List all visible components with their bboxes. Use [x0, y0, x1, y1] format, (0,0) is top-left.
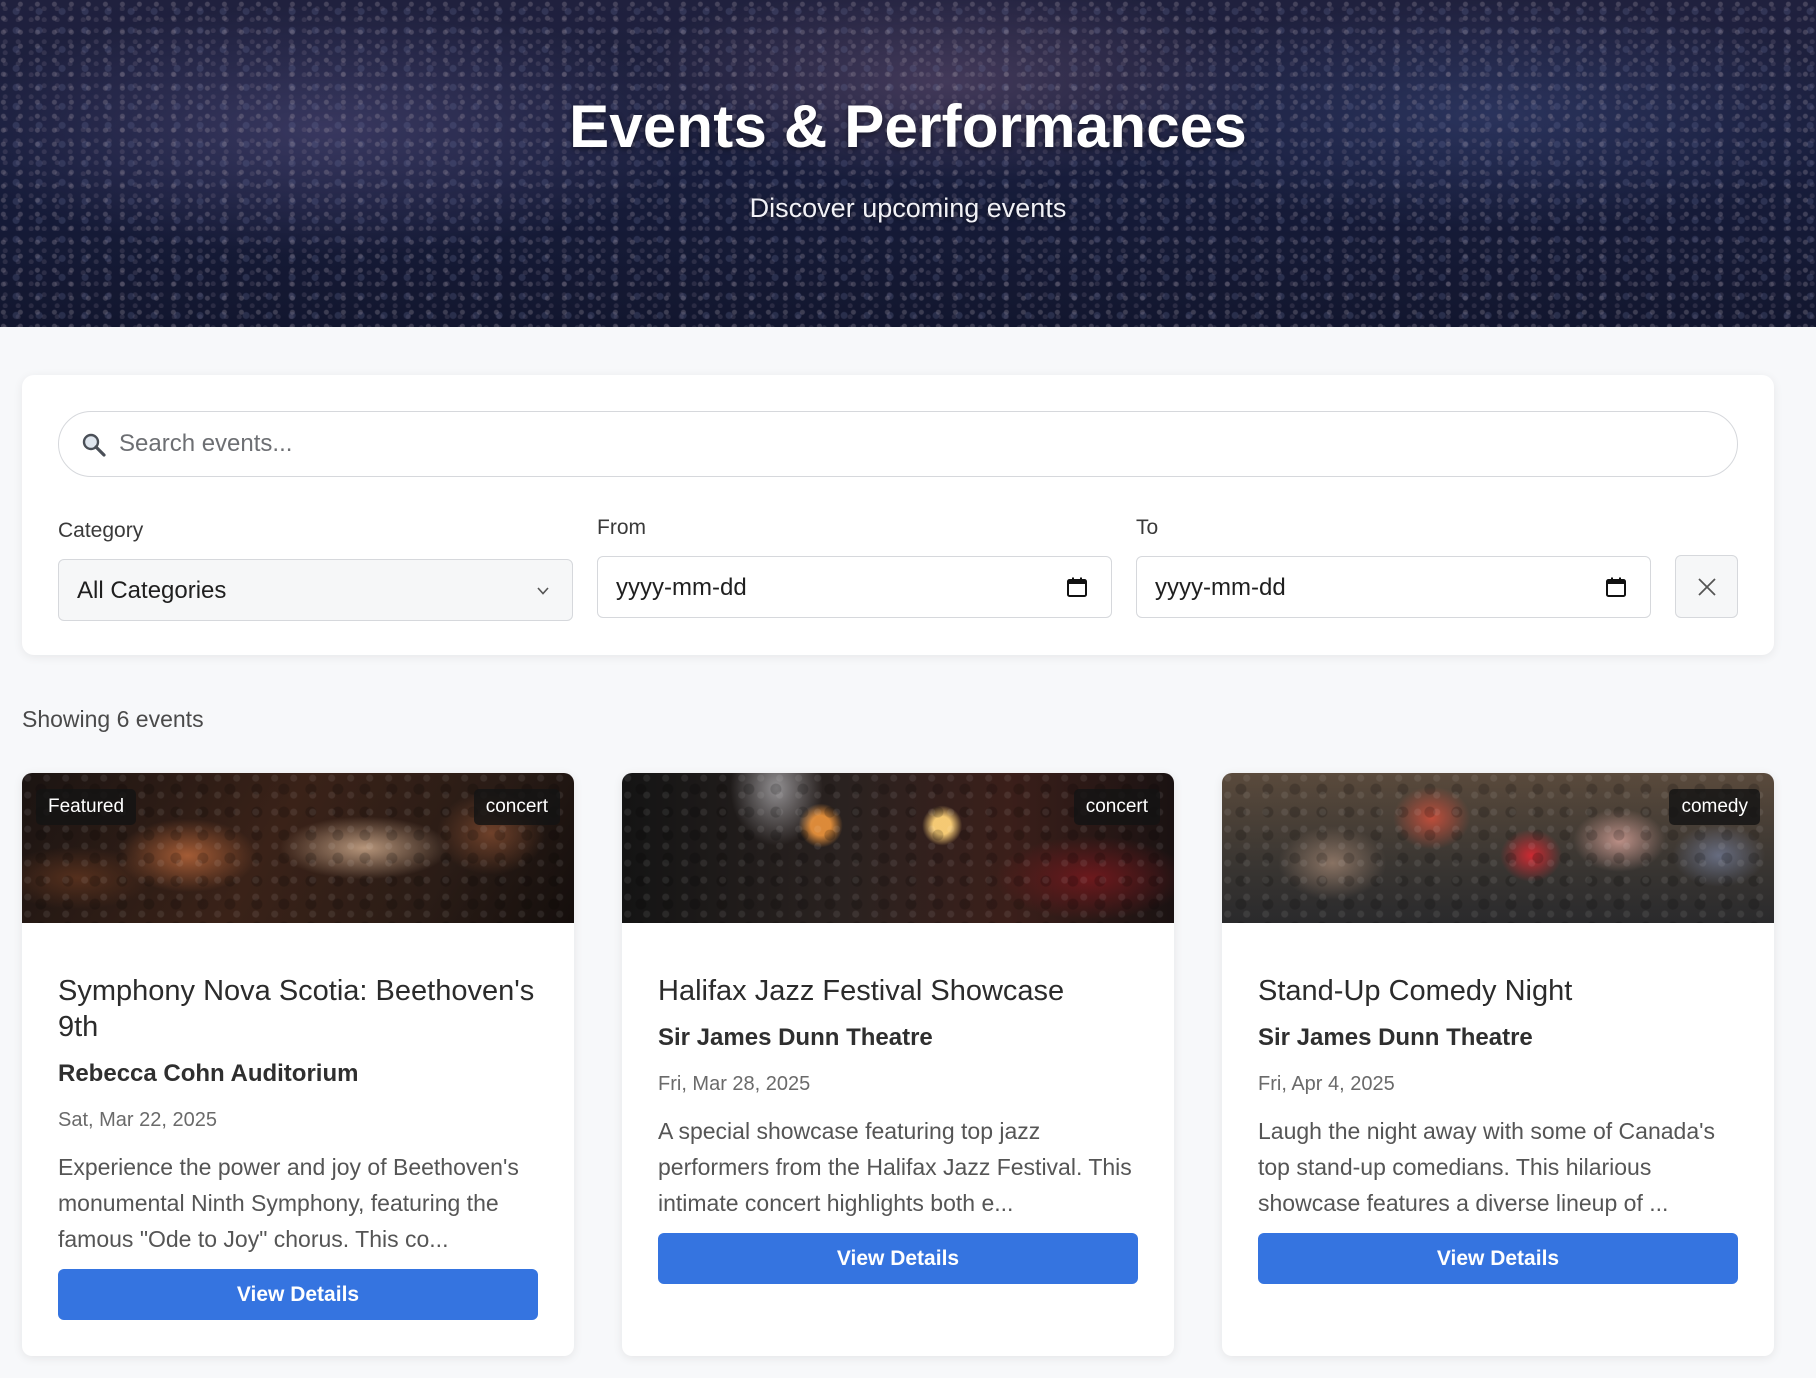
event-date: Fri, Mar 28, 2025 — [658, 1073, 811, 1095]
from-date-value: yyyy-mm-dd — [616, 574, 747, 601]
event-date: Fri, Apr 4, 2025 — [1258, 1073, 1395, 1095]
page-title: Events & Performances — [569, 93, 1247, 160]
hero-banner: Events & Performances Discover upcoming … — [0, 0, 1816, 327]
event-description: Experience the power and joy of Beethove… — [58, 1154, 519, 1252]
event-date: Sat, Mar 22, 2025 — [58, 1109, 217, 1131]
featured-badge: Featured — [36, 789, 137, 825]
results-count: Showing 6 events — [22, 706, 204, 732]
event-title[interactable]: Halifax Jazz Festival Showcase — [658, 973, 1138, 1009]
category-badge: concert — [1073, 789, 1160, 825]
event-venue: Sir James Dunn Theatre — [658, 1024, 933, 1051]
category-badge: concert — [473, 789, 560, 825]
event-venue: Sir James Dunn Theatre — [1258, 1024, 1533, 1051]
event-venue: Rebecca Cohn Auditorium — [58, 1060, 359, 1087]
from-label: From — [597, 516, 646, 539]
event-image[interactable]: comedy — [1222, 773, 1774, 923]
category-label: Category — [58, 519, 144, 542]
category-select[interactable]: All Categories — [58, 559, 573, 621]
event-card: Featured concert Symphony Nova Scotia: B… — [22, 773, 574, 1356]
calendar-icon[interactable] — [1604, 575, 1628, 599]
event-title[interactable]: Stand-Up Comedy Night — [1258, 973, 1738, 1009]
chevron-down-icon — [537, 587, 549, 595]
category-select-value: All Categories — [77, 577, 227, 604]
event-title[interactable]: Symphony Nova Scotia: Beethoven's 9th — [58, 973, 538, 1045]
to-label: To — [1136, 516, 1159, 539]
event-card: concert Halifax Jazz Festival Showcase S… — [622, 773, 1174, 1356]
event-card: comedy Stand-Up Comedy Night Sir James D… — [1222, 773, 1774, 1356]
close-icon — [1698, 578, 1716, 596]
view-details-button[interactable]: View Details — [658, 1233, 1138, 1284]
view-details-button[interactable]: View Details — [1258, 1233, 1738, 1284]
view-details-button[interactable]: View Details — [58, 1269, 538, 1320]
category-badge: comedy — [1669, 789, 1760, 825]
clear-filters-button[interactable] — [1675, 555, 1738, 618]
search-bar[interactable] — [58, 411, 1738, 477]
event-description: Laugh the night away with some of Canada… — [1258, 1118, 1716, 1216]
event-image[interactable]: concert — [622, 773, 1174, 923]
to-date-input[interactable]: yyyy-mm-dd — [1136, 556, 1651, 618]
search-icon — [82, 433, 106, 457]
to-date-value: yyyy-mm-dd — [1155, 574, 1286, 601]
page-subtitle: Discover upcoming events — [749, 193, 1067, 223]
event-image[interactable]: Featured concert — [22, 773, 574, 923]
calendar-icon[interactable] — [1065, 575, 1089, 599]
filter-panel: Category All Categories From yyyy-mm-dd … — [22, 375, 1774, 655]
from-date-input[interactable]: yyyy-mm-dd — [597, 556, 1112, 618]
search-input[interactable] — [119, 412, 1719, 476]
event-description: A special showcase featuring top jazz pe… — [658, 1118, 1132, 1216]
